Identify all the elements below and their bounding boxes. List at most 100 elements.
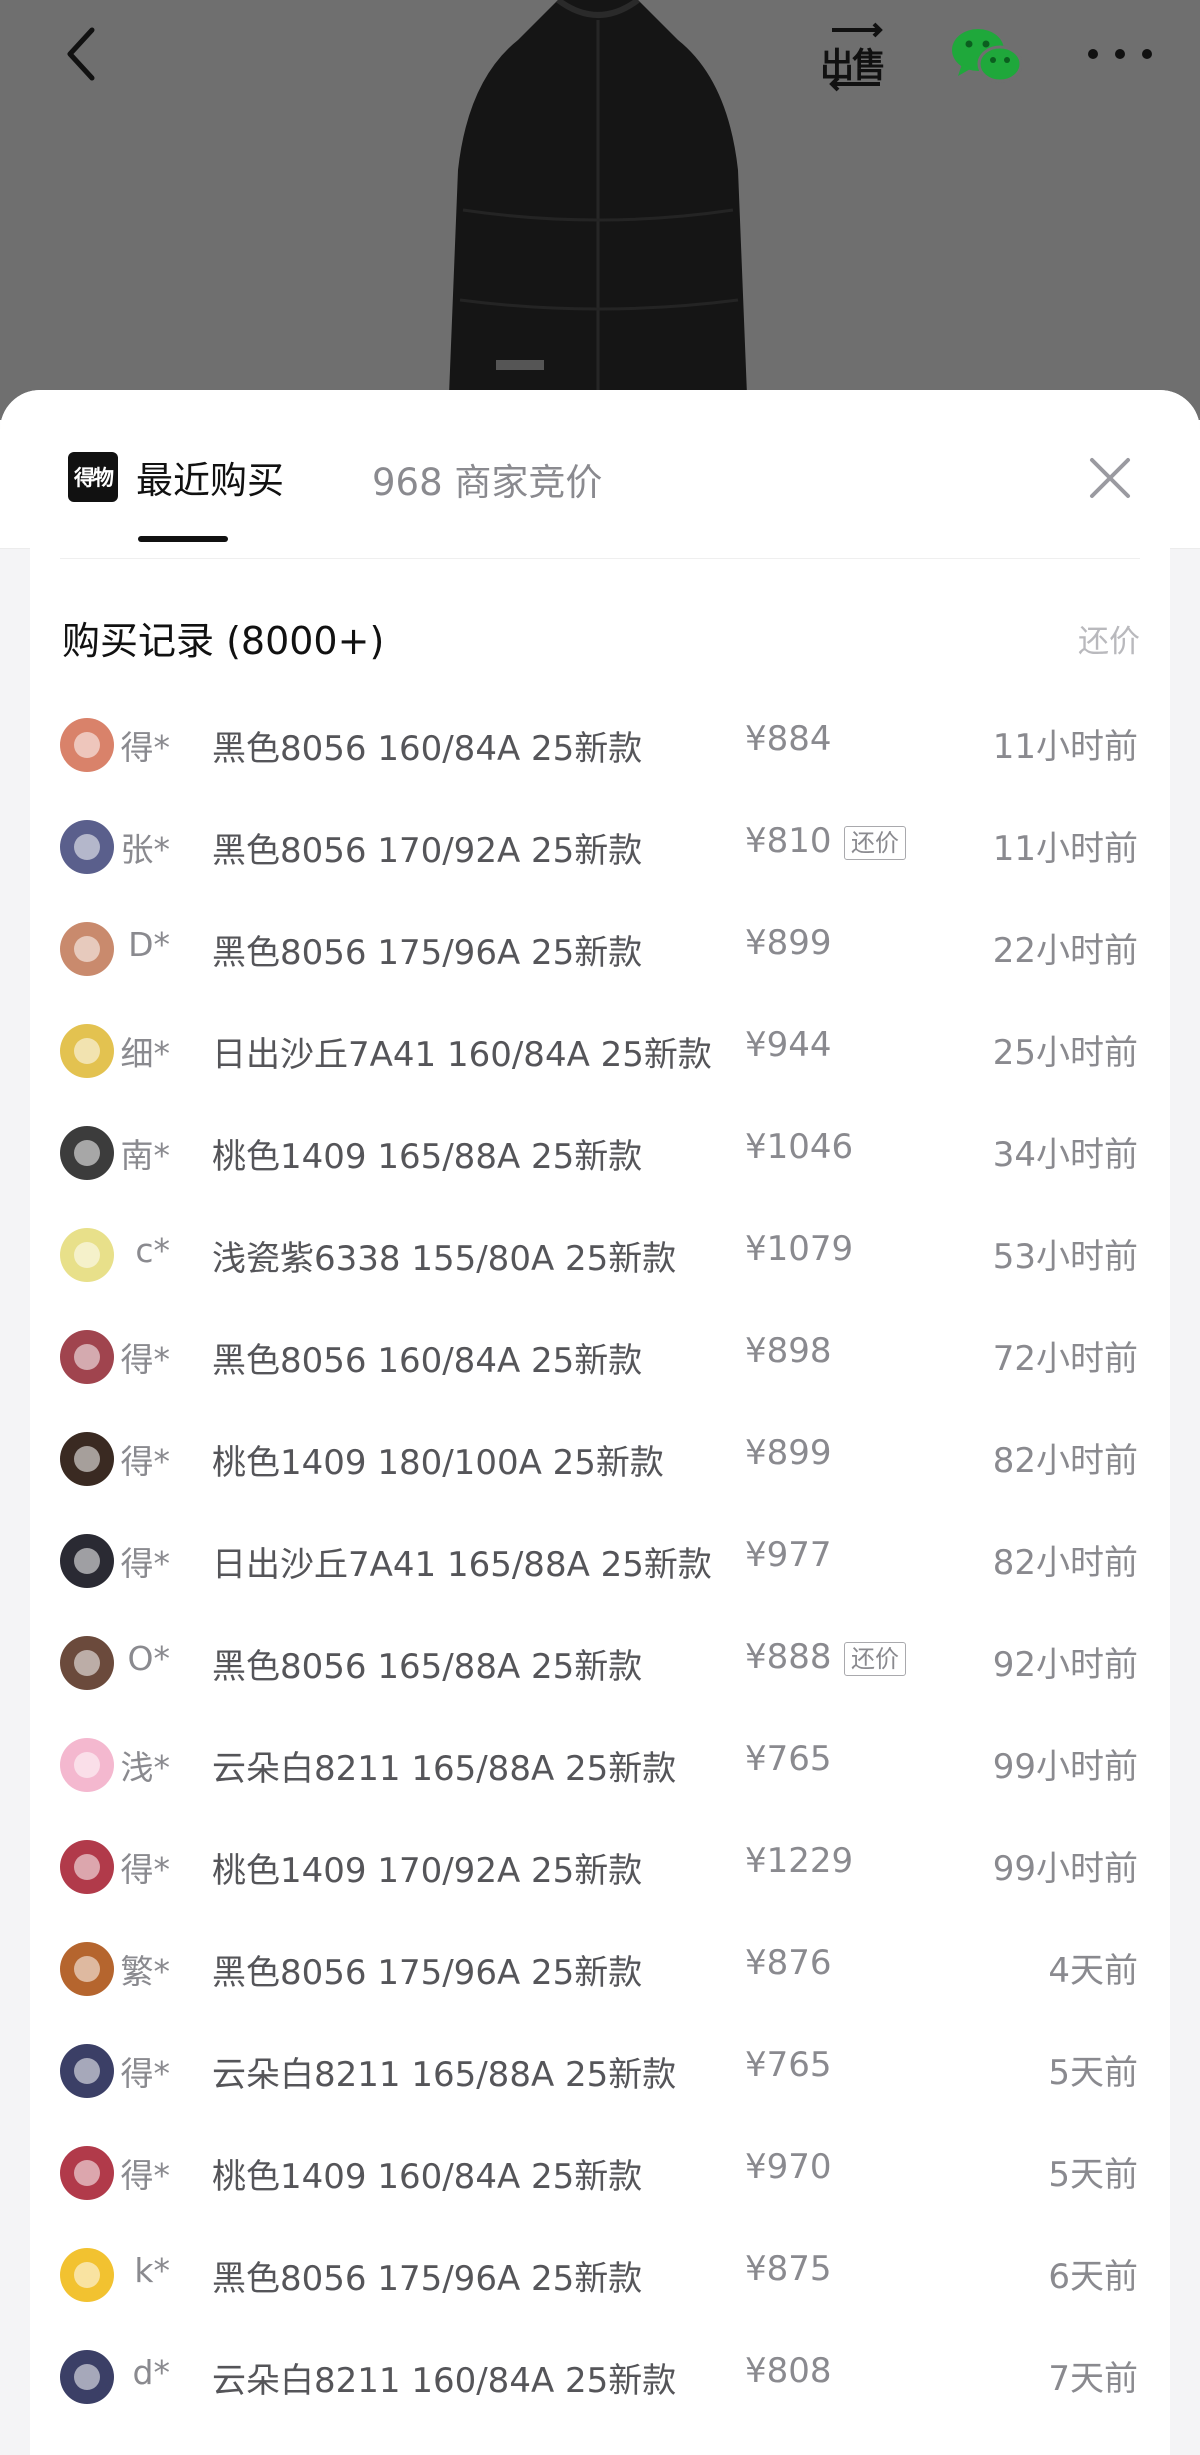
item-spec: 日出沙丘7A41 160/84A 25新款	[212, 1035, 712, 1075]
avatar	[60, 1636, 114, 1690]
item-spec: 云朵白8211 165/88A 25新款	[212, 2055, 677, 2095]
bargain-filter-link[interactable]: 还价	[1078, 616, 1140, 661]
item-spec: 黑色8056 165/88A 25新款	[212, 1647, 643, 1687]
purchase-time: 99小时前	[992, 1747, 1138, 1787]
avatar-face-icon	[74, 2160, 100, 2186]
avatar-face-icon	[74, 1956, 100, 1982]
close-button[interactable]	[1086, 454, 1134, 502]
price: ¥1079	[745, 1229, 854, 1269]
purchase-time: 5天前	[1048, 2053, 1138, 2093]
avatar	[60, 1738, 114, 1792]
item-spec: 日出沙丘7A41 165/88A 25新款	[212, 1545, 712, 1585]
sell-button[interactable]: 出售	[818, 22, 894, 92]
divider	[60, 558, 1140, 559]
avatar-face-icon	[74, 1242, 100, 1268]
price: ¥944	[745, 1025, 832, 1065]
records-card: 购买记录 (8000+) 还价 得* 黑色8056 160/84A 25新款 ¥88…	[30, 548, 1170, 2455]
item-spec: 黑色8056 170/92A 25新款	[212, 831, 643, 871]
list-item: 细* 日出沙丘7A41 160/84A 25新款 ¥944 25小时前	[30, 999, 1170, 1101]
buyer-name: 得*	[120, 728, 171, 767]
purchase-time: 22小时前	[992, 931, 1138, 971]
buyer-name: 得*	[120, 1442, 171, 1481]
price: ¥810	[745, 821, 832, 861]
buyer-name: 张*	[120, 830, 171, 869]
purchase-time: 82小时前	[992, 1543, 1138, 1583]
avatar-face-icon	[74, 1752, 100, 1778]
avatar	[60, 1942, 114, 1996]
purchase-time: 11小时前	[992, 829, 1138, 869]
records-title: 购买记录 (8000+)	[62, 619, 385, 663]
item-spec: 黑色8056 160/84A 25新款	[212, 1341, 643, 1381]
list-item: c* 浅瓷紫6338 155/80A 25新款 ¥1079 53小时前	[30, 1203, 1170, 1305]
purchase-time: 5天前	[1048, 2155, 1138, 2195]
more-dots-icon	[1088, 49, 1152, 59]
avatar	[60, 1228, 114, 1282]
item-spec: 桃色1409 170/92A 25新款	[212, 1851, 643, 1891]
avatar-face-icon	[74, 732, 100, 758]
buyer-name: 得*	[120, 1850, 171, 1889]
avatar-face-icon	[74, 2262, 100, 2288]
bargain-badge: 还价	[844, 1642, 906, 1676]
buyer-name: c*	[135, 1231, 170, 1270]
avatar	[60, 1840, 114, 1894]
list-item: 浅* 云朵白8211 165/88A 25新款 ¥765 99小时前	[30, 1713, 1170, 1815]
price: ¥888	[745, 1637, 832, 1677]
purchase-time: 11小时前	[992, 727, 1138, 767]
tab-recent-purchases[interactable]: 得物 最近购买	[68, 450, 284, 504]
buyer-name: 南*	[120, 1136, 171, 1175]
buyer-name: 浅*	[120, 1748, 171, 1787]
buyer-name: d*	[132, 2353, 170, 2392]
buyer-name: 繁*	[120, 1952, 171, 1991]
tab-recent-label: 最近购买	[136, 459, 284, 502]
list-item: 得* 桃色1409 160/84A 25新款 ¥970 5天前	[30, 2121, 1170, 2223]
list-item: 得* 桃色1409 180/100A 25新款 ¥899 82小时前	[30, 1407, 1170, 1509]
list-item: 得* 黑色8056 160/84A 25新款 ¥898 72小时前	[30, 1305, 1170, 1407]
active-tab-indicator	[138, 536, 228, 542]
item-spec: 云朵白8211 160/84A 25新款	[212, 2361, 677, 2401]
purchase-time: 25小时前	[992, 1033, 1138, 1073]
sheet-header: 得物 最近购买 968 商家竞价	[0, 390, 1200, 549]
avatar-face-icon	[74, 2364, 100, 2390]
purchase-time: 72小时前	[992, 1339, 1138, 1379]
price: ¥899	[745, 923, 832, 963]
avatar-face-icon	[74, 936, 100, 962]
price: ¥876	[745, 1943, 832, 1983]
list-item: d* 云朵白8211 160/84A 25新款 ¥808 7天前	[30, 2325, 1170, 2427]
item-spec: 黑色8056 160/84A 25新款	[212, 729, 643, 769]
share-wechat-button[interactable]	[948, 24, 1024, 88]
avatar	[60, 2350, 114, 2404]
avatar	[60, 922, 114, 976]
purchase-time: 34小时前	[992, 1135, 1138, 1175]
item-spec: 黑色8056 175/96A 25新款	[212, 2259, 643, 2299]
records-list: 得* 黑色8056 160/84A 25新款 ¥884 11小时前 张* 黑色8056 1…	[30, 693, 1170, 2427]
list-item: D* 黑色8056 175/96A 25新款 ¥899 22小时前	[30, 897, 1170, 999]
avatar-face-icon	[74, 834, 100, 860]
avatar-face-icon	[74, 1548, 100, 1574]
avatar	[60, 718, 114, 772]
back-arrow-icon	[67, 27, 95, 81]
avatar	[60, 1126, 114, 1180]
purchase-time: 4天前	[1048, 1951, 1138, 1991]
avatar-face-icon	[74, 2058, 100, 2084]
back-button[interactable]	[52, 24, 112, 84]
wechat-icon	[952, 29, 1022, 83]
price: ¥970	[745, 2147, 832, 2187]
price: ¥977	[745, 1535, 832, 1575]
buyer-name: 得*	[120, 2054, 171, 2093]
price: ¥898	[745, 1331, 832, 1371]
price: ¥884	[745, 719, 832, 759]
purchase-time: 92小时前	[992, 1645, 1138, 1685]
item-spec: 云朵白8211 165/88A 25新款	[212, 1749, 677, 1789]
avatar-face-icon	[74, 1854, 100, 1880]
list-item: 南* 桃色1409 165/88A 25新款 ¥1046 34小时前	[30, 1101, 1170, 1203]
avatar	[60, 820, 114, 874]
more-options-button[interactable]	[1078, 34, 1162, 74]
purchase-time: 99小时前	[992, 1849, 1138, 1889]
purchase-time: 6天前	[1048, 2257, 1138, 2297]
item-spec: 黑色8056 175/96A 25新款	[212, 933, 643, 973]
tab-merchant-bids[interactable]: 968 商家竞价	[372, 452, 602, 506]
purchase-time: 82小时前	[992, 1441, 1138, 1481]
sell-label: 出售	[820, 46, 886, 86]
list-item: 得* 云朵白8211 165/88A 25新款 ¥765 5天前	[30, 2019, 1170, 2121]
avatar	[60, 2248, 114, 2302]
